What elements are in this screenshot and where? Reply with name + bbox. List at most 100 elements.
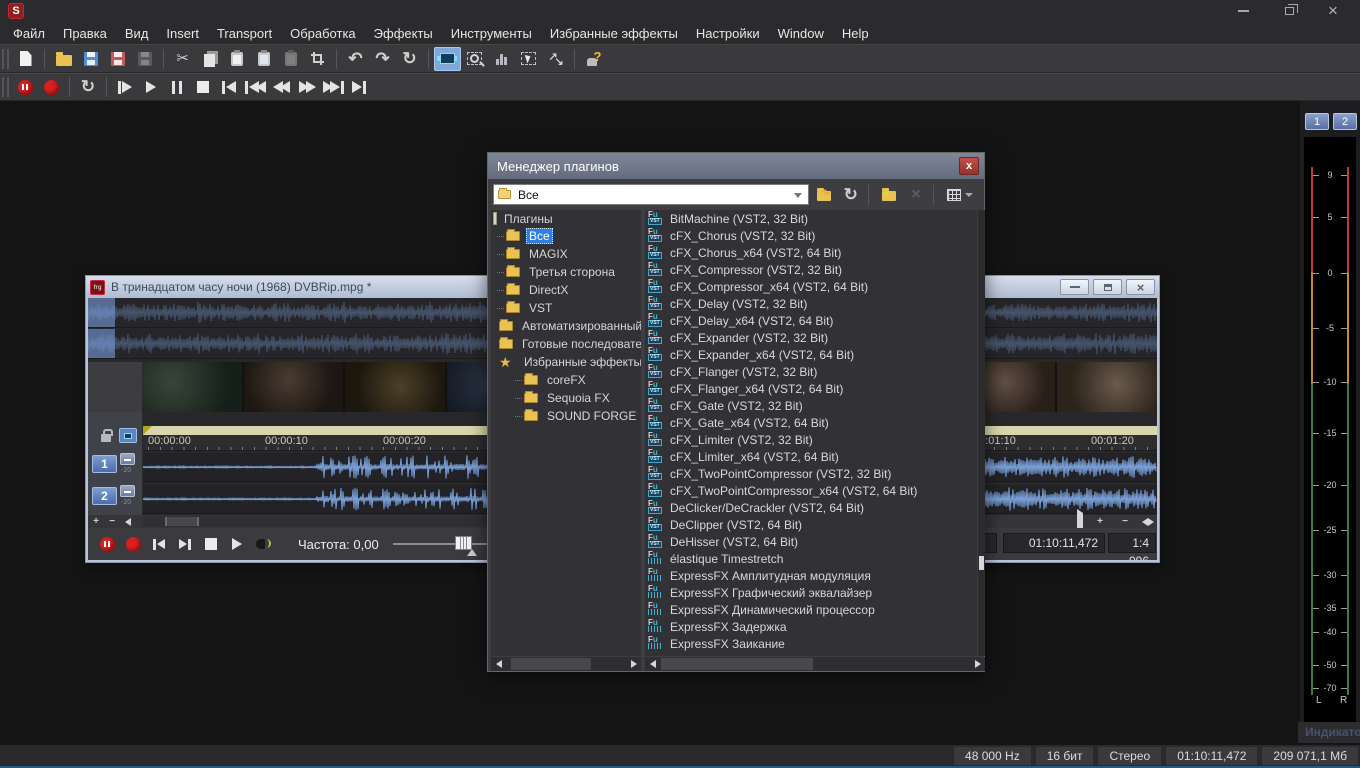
document-close-button[interactable] (1126, 279, 1155, 295)
scrollbar-thumb[interactable] (979, 556, 984, 570)
menu-item[interactable]: Эффекты (365, 24, 442, 43)
statistics-button[interactable] (488, 47, 515, 71)
meter-panel-title[interactable]: Индикато (1298, 722, 1360, 743)
tree-item[interactable]: SOUND FORGE (491, 407, 641, 425)
meter-preset-2-button[interactable]: 2 (1333, 113, 1357, 130)
tree-item[interactable]: Третья сторона (491, 263, 641, 281)
list-horizontal-scrollbar[interactable] (645, 657, 985, 671)
copy-button[interactable] (196, 47, 223, 71)
menu-item[interactable]: Инструменты (442, 24, 541, 43)
crossfade-button[interactable] (542, 47, 569, 71)
save-all-button[interactable] (131, 47, 158, 71)
menu-item[interactable]: Help (833, 24, 878, 43)
pause-button[interactable] (164, 75, 190, 100)
previous-section-button[interactable] (242, 75, 268, 100)
view-options-button[interactable] (942, 183, 979, 206)
restore-version-button[interactable] (396, 47, 423, 71)
scroll-right-button[interactable] (627, 658, 640, 670)
paste-insert-button[interactable] (277, 47, 304, 71)
object-mode-icon[interactable] (119, 428, 137, 443)
scroll-right-button[interactable] (971, 658, 984, 670)
plugin-list-item[interactable]: Fu VST cFX_Limiter (VST2, 32 Bit) (645, 431, 977, 448)
undo-button[interactable] (342, 47, 369, 71)
plugin-list-item[interactable]: Fu VST élastique Timestretch (645, 550, 977, 567)
play-button[interactable] (138, 75, 164, 100)
redo-button[interactable] (369, 47, 396, 71)
plugin-list-item[interactable]: Fu VST cFX_Delay_x64 (VST2, 64 Bit) (645, 312, 977, 329)
track-1-button[interactable]: 1 (92, 455, 117, 473)
goto-end-button[interactable] (346, 75, 372, 100)
doc-stop-button[interactable] (198, 532, 224, 557)
record-button[interactable] (38, 75, 64, 100)
tree-item[interactable]: VST (491, 299, 641, 317)
meter-preset-1-button[interactable]: 1 (1305, 113, 1329, 130)
zoom-fit-button[interactable] (1142, 518, 1154, 526)
plugin-list-item[interactable]: Fu VST BitMachine (VST2, 32 Bit) (645, 210, 977, 227)
fast-forward-button[interactable] (294, 75, 320, 100)
track-1-collapse-button[interactable] (120, 453, 135, 465)
range-select-button[interactable] (515, 47, 542, 71)
menu-item[interactable]: Избранные эффекты (541, 24, 687, 43)
tree-item[interactable]: DirectX (491, 281, 641, 299)
plugin-list-item[interactable]: Fu VST DeClicker/DeCrackler (VST2, 64 Bi… (645, 499, 977, 516)
plugin-list-item[interactable]: Fu VST ExpressFX Динамический процессор (645, 601, 977, 618)
window-restore-button[interactable] (1272, 0, 1306, 22)
plugin-list-item[interactable]: Fu VST cFX_Expander_x64 (VST2, 64 Bit) (645, 346, 977, 363)
track-2-button[interactable]: 2 (92, 487, 117, 505)
level-meter-panel[interactable]: 1 2 9 5 0 -5 -10 -15 -20 -25 -30 -35 -40… (1300, 101, 1360, 722)
menu-item[interactable]: Правка (54, 24, 116, 43)
plugin-list-item[interactable]: Fu VST cFX_Flanger (VST2, 32 Bit) (645, 363, 977, 380)
scrollbar-thumb[interactable] (511, 658, 591, 670)
object-editor-button[interactable] (434, 47, 461, 71)
plugin-list-item[interactable]: Fu VST cFX_Compressor (VST2, 32 Bit) (645, 261, 977, 278)
plugin-list-item[interactable]: Fu VST cFX_Compressor_x64 (VST2, 64 Bit) (645, 278, 977, 295)
slider-knob[interactable] (455, 536, 472, 550)
loop-playback-button[interactable] (75, 75, 101, 100)
plugin-list-item[interactable]: Fu VST ExpressFX Заикание (645, 635, 977, 652)
tree-item[interactable]: coreFX (491, 371, 641, 389)
plugin-list-item[interactable]: Fu VST ExpressFX Амплитудная модуляция (645, 567, 977, 584)
new-file-button[interactable] (12, 47, 39, 71)
scroll-left-button[interactable] (646, 658, 659, 670)
plugin-list-item[interactable]: Fu VST ExpressFX Графический эквалайзер (645, 584, 977, 601)
doc-record-button[interactable] (120, 532, 146, 557)
plugin-list-item[interactable]: Fu VST cFX_TwoPointCompressor (VST2, 32 … (645, 465, 977, 482)
document-maximize-button[interactable] (1093, 279, 1122, 295)
zoom-out-button[interactable]: − (104, 516, 120, 528)
plugin-list-item[interactable]: Fu VST DeClipper (VST2, 64 Bit) (645, 516, 977, 533)
menu-item[interactable]: Insert (157, 24, 208, 43)
scrollbar-thumb[interactable] (661, 658, 813, 670)
tree-horizontal-scrollbar[interactable] (491, 657, 641, 671)
doc-goto-start-button[interactable] (146, 532, 172, 557)
menu-item[interactable]: Обработка (281, 24, 365, 43)
plugin-list-item[interactable]: Fu VST cFX_Chorus (VST2, 32 Bit) (645, 227, 977, 244)
plugin-list-item[interactable]: Fu VST cFX_TwoPointCompressor_x64 (VST2,… (645, 482, 977, 499)
tree-root[interactable]: Плагины (491, 210, 641, 227)
menu-item[interactable]: Файл (4, 24, 54, 43)
stop-button[interactable] (190, 75, 216, 100)
doc-speaker-button[interactable] (250, 532, 276, 557)
plugin-list-item[interactable]: Fu VST cFX_Flanger_x64 (VST2, 64 Bit) (645, 380, 977, 397)
toolbar-grip[interactable] (2, 49, 9, 69)
doc-goto-end-button[interactable] (172, 532, 198, 557)
toolbar-grip[interactable] (2, 77, 9, 97)
zoom-in-button-right[interactable]: + (1092, 516, 1108, 528)
tree-item[interactable]: Sequoia FX (491, 389, 641, 407)
scrollbar-thumb[interactable] (165, 517, 199, 526)
plugin-list-item[interactable]: Fu VST cFX_Chorus_x64 (VST2, 64 Bit) (645, 244, 977, 261)
open-file-button[interactable] (50, 47, 77, 71)
document-minimize-button[interactable] (1060, 279, 1089, 295)
track-2-collapse-button[interactable] (120, 485, 135, 497)
paste-special-button[interactable] (250, 47, 277, 71)
menu-item[interactable]: Вид (116, 24, 158, 43)
scroll-left-button[interactable] (120, 516, 136, 528)
chevron-down-icon[interactable] (794, 193, 802, 198)
window-close-button[interactable] (1316, 0, 1350, 22)
context-help-button[interactable] (580, 47, 607, 71)
plugin-filter-combobox[interactable]: Все (493, 184, 809, 205)
goto-start-button[interactable] (216, 75, 242, 100)
import-folder-button[interactable] (812, 183, 836, 206)
menu-item[interactable]: Transport (208, 24, 281, 43)
plugin-list-item[interactable]: Fu VST cFX_Gate (VST2, 32 Bit) (645, 397, 977, 414)
lock-icon[interactable] (101, 434, 111, 442)
